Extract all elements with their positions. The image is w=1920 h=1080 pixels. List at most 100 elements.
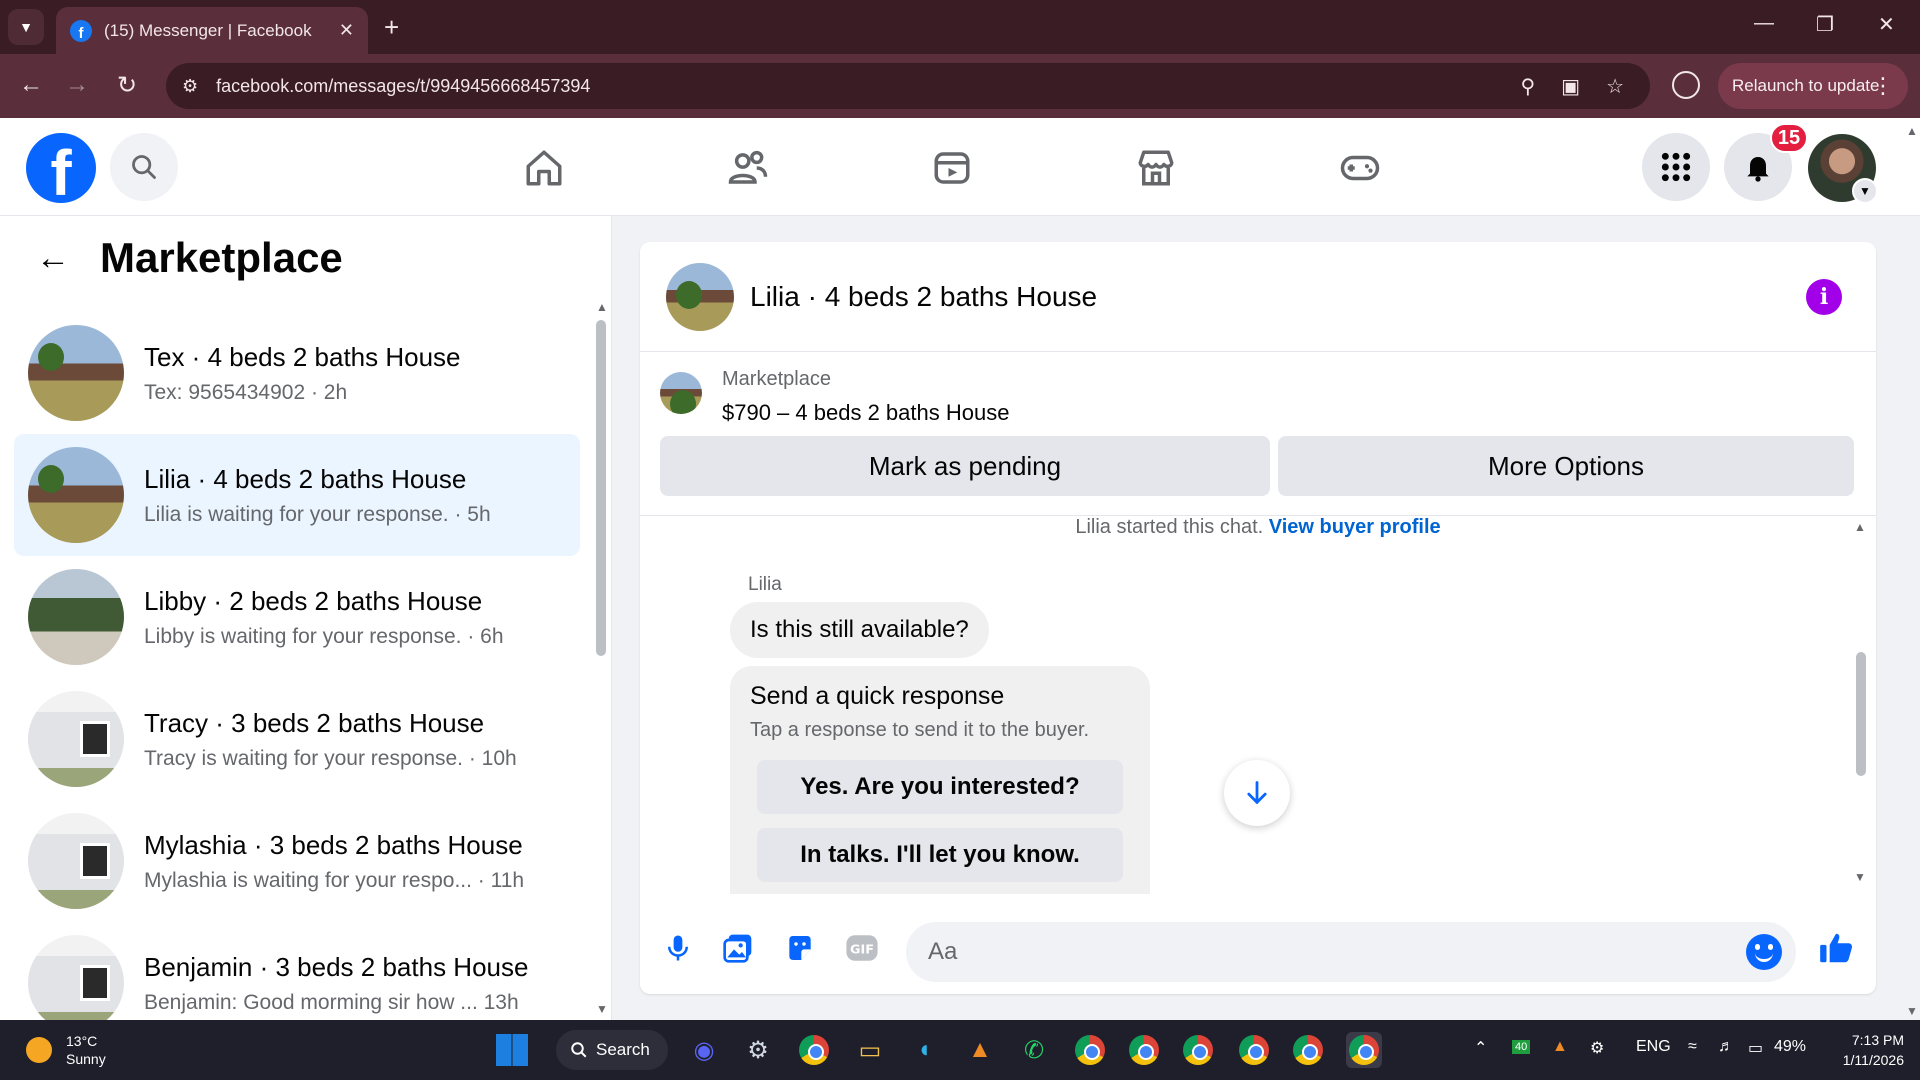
listing-thumbnail xyxy=(28,935,124,1031)
friends-icon[interactable] xyxy=(726,146,770,190)
chat-started-text: Lilia started this chat. xyxy=(1075,516,1264,538)
discord-icon[interactable]: ◉ xyxy=(686,1032,722,1068)
thread-scroll-down-icon[interactable]: ▼ xyxy=(1854,870,1866,884)
url-text[interactable]: facebook.com/messages/t/9949456668457394 xyxy=(216,76,1520,97)
restore-icon[interactable]: ❐ xyxy=(1816,12,1834,37)
whatsapp-icon[interactable]: ✆ xyxy=(1016,1032,1052,1068)
scroll-up-arrow-icon[interactable]: ▲ xyxy=(596,300,608,314)
thread-scroll-up-icon[interactable]: ▲ xyxy=(1854,520,1866,534)
conversation-item[interactable]: Tex · 4 beds 2 baths House Tex: 95654349… xyxy=(14,312,580,434)
message-input[interactable]: Aa xyxy=(906,922,1796,982)
relaunch-button[interactable]: Relaunch to update ⋮ xyxy=(1718,63,1908,109)
profile-avatar[interactable]: ▼ xyxy=(1808,134,1878,204)
conversation-snippet: Benjamin: Good morming sir how ... 13h xyxy=(144,990,519,1014)
conversation-snippet: Mylashia is waiting for your respo... · … xyxy=(144,868,525,892)
marketplace-title: Marketplace xyxy=(100,234,343,281)
search-button[interactable] xyxy=(110,133,178,201)
back-arrow-icon[interactable]: ← xyxy=(36,239,70,278)
thread-scrollbar[interactable] xyxy=(1856,652,1866,776)
marketplace-icon[interactable] xyxy=(1134,146,1178,190)
chrome-profile-icon[interactable] xyxy=(1072,1032,1108,1068)
reload-icon[interactable]: ↻ xyxy=(112,71,142,100)
mark-as-pending-button[interactable]: Mark as pending xyxy=(660,436,1270,496)
file-explorer-icon[interactable]: ▭ xyxy=(852,1032,888,1068)
browser-profile-icon[interactable] xyxy=(1672,71,1700,99)
chrome-profile-active-icon[interactable] xyxy=(1346,1032,1382,1068)
chat-listing-avatar[interactable] xyxy=(666,262,734,331)
chrome-profile-icon[interactable] xyxy=(1180,1032,1216,1068)
listing-thumbnail[interactable] xyxy=(660,372,702,414)
facebook-logo-icon[interactable]: f xyxy=(26,133,96,203)
close-tab-icon[interactable]: ✕ xyxy=(339,20,354,41)
browser-menu-icon[interactable]: ⋮ xyxy=(1872,73,1894,99)
scroll-down-arrow-icon[interactable]: ▼ xyxy=(596,1002,608,1016)
chat-header: Lilia · 4 beds 2 baths House i xyxy=(640,242,1876,352)
photo-icon[interactable] xyxy=(716,926,760,970)
tray-overflow-chevron-icon[interactable]: ⌃ xyxy=(1474,1038,1487,1058)
chrome-profile-icon[interactable] xyxy=(1126,1032,1162,1068)
install-app-icon[interactable]: ▣ xyxy=(1561,74,1580,99)
back-arrow-icon[interactable]: ← xyxy=(16,71,46,99)
view-buyer-profile-link[interactable]: View buyer profile xyxy=(1269,516,1441,538)
taskbar-search[interactable]: Search xyxy=(556,1030,668,1070)
conversation-name: Tracy · 3 beds 2 baths House xyxy=(144,707,485,738)
minimize-icon[interactable]: — xyxy=(1754,12,1774,35)
volume-icon[interactable]: ♬ xyxy=(1718,1038,1734,1056)
home-icon[interactable] xyxy=(522,146,566,190)
scroll-to-bottom-button[interactable] xyxy=(1224,760,1290,826)
address-bar[interactable]: ⚙ facebook.com/messages/t/99494566684573… xyxy=(166,63,1650,109)
microphone-icon[interactable] xyxy=(656,926,700,970)
new-tab-plus-icon[interactable]: + xyxy=(384,12,399,42)
wifi-icon[interactable]: ≈ xyxy=(1688,1038,1697,1056)
system-clock[interactable]: 7:13 PM 1/11/2026 xyxy=(1814,1030,1904,1070)
conversation-list-scrollbar[interactable] xyxy=(596,320,606,656)
windows-start-icon[interactable] xyxy=(496,1034,528,1066)
page-scroll-down-icon[interactable]: ▼ xyxy=(1906,1004,1918,1018)
conversation-item[interactable]: Mylashia · 3 beds 2 baths House Mylashia… xyxy=(14,800,580,922)
edge-icon[interactable]: ◖ xyxy=(906,1032,942,1068)
quick-response-button[interactable]: Yes. Are you interested? xyxy=(757,760,1123,814)
listing-title[interactable]: $790 – 4 beds 2 baths House xyxy=(722,400,1009,426)
conversation-item[interactable]: Libby · 2 beds 2 baths House Libby is wa… xyxy=(14,556,580,678)
site-settings-icon[interactable]: ⚙ xyxy=(182,76,198,97)
tab-search-chevron-icon[interactable]: ▼ xyxy=(8,9,44,45)
more-options-button[interactable]: More Options xyxy=(1278,436,1854,496)
quick-response-subtitle: Tap a response to send it to the buyer. xyxy=(750,719,1090,741)
steam-icon[interactable]: ⚙ xyxy=(740,1032,776,1068)
conversation-snippet: Tex: 9565434902 · 2h xyxy=(144,380,348,404)
forward-arrow-icon[interactable]: → xyxy=(62,71,92,99)
gif-icon[interactable]: GIF xyxy=(840,926,884,970)
info-icon[interactable]: i xyxy=(1806,279,1842,315)
window-close-icon[interactable]: ✕ xyxy=(1878,12,1895,37)
browser-toolbar: ← → ↻ ⚙ facebook.com/messages/t/99494566… xyxy=(0,54,1920,118)
language-indicator[interactable]: ENG xyxy=(1636,1038,1671,1056)
battery-icon[interactable]: ▭ xyxy=(1748,1038,1763,1058)
video-icon[interactable] xyxy=(930,146,974,190)
emoji-icon[interactable] xyxy=(1746,934,1782,970)
gaming-icon[interactable] xyxy=(1338,146,1382,190)
chrome-profile-icon[interactable] xyxy=(1236,1032,1272,1068)
listing-thumbnail xyxy=(28,813,124,909)
browser-tab-messenger[interactable]: f (15) Messenger | Facebook ✕ xyxy=(56,7,368,54)
conversation-snippet: Lilia is waiting for your response. · 5h xyxy=(144,502,491,526)
vlc-icon[interactable]: ▲ xyxy=(962,1032,998,1068)
tray-app-badge[interactable]: 40 xyxy=(1512,1040,1531,1054)
bookmark-star-icon[interactable]: ☆ xyxy=(1606,74,1624,99)
conversation-name: Tex · 4 beds 2 baths House xyxy=(144,341,461,372)
chat-title[interactable]: Lilia · 4 beds 2 baths House xyxy=(750,281,1097,313)
weather-widget[interactable]: 13°C Sunny xyxy=(26,1032,106,1068)
page-scroll-up-icon[interactable]: ▲ xyxy=(1906,124,1918,138)
conversation-name: Libby · 2 beds 2 baths House xyxy=(144,585,483,616)
sticker-icon[interactable] xyxy=(778,926,822,970)
conversation-item-active[interactable]: Lilia · 4 beds 2 baths House Lilia is wa… xyxy=(14,434,580,556)
like-thumbs-up-icon[interactable] xyxy=(1814,926,1858,970)
chrome-icon[interactable] xyxy=(796,1032,832,1068)
battery-percent[interactable]: 49% xyxy=(1774,1038,1806,1056)
conversation-item[interactable]: Tracy · 3 beds 2 baths House Tracy is wa… xyxy=(14,678,580,800)
menu-button[interactable] xyxy=(1642,133,1710,201)
chrome-profile-icon[interactable] xyxy=(1290,1032,1326,1068)
tray-vlc-icon[interactable]: ▲ xyxy=(1552,1038,1568,1056)
zoom-icon[interactable]: ⚲ xyxy=(1521,74,1536,99)
quick-response-button[interactable]: In talks. I'll let you know. xyxy=(757,828,1123,882)
tray-settings-icon[interactable]: ⚙ xyxy=(1590,1038,1604,1058)
